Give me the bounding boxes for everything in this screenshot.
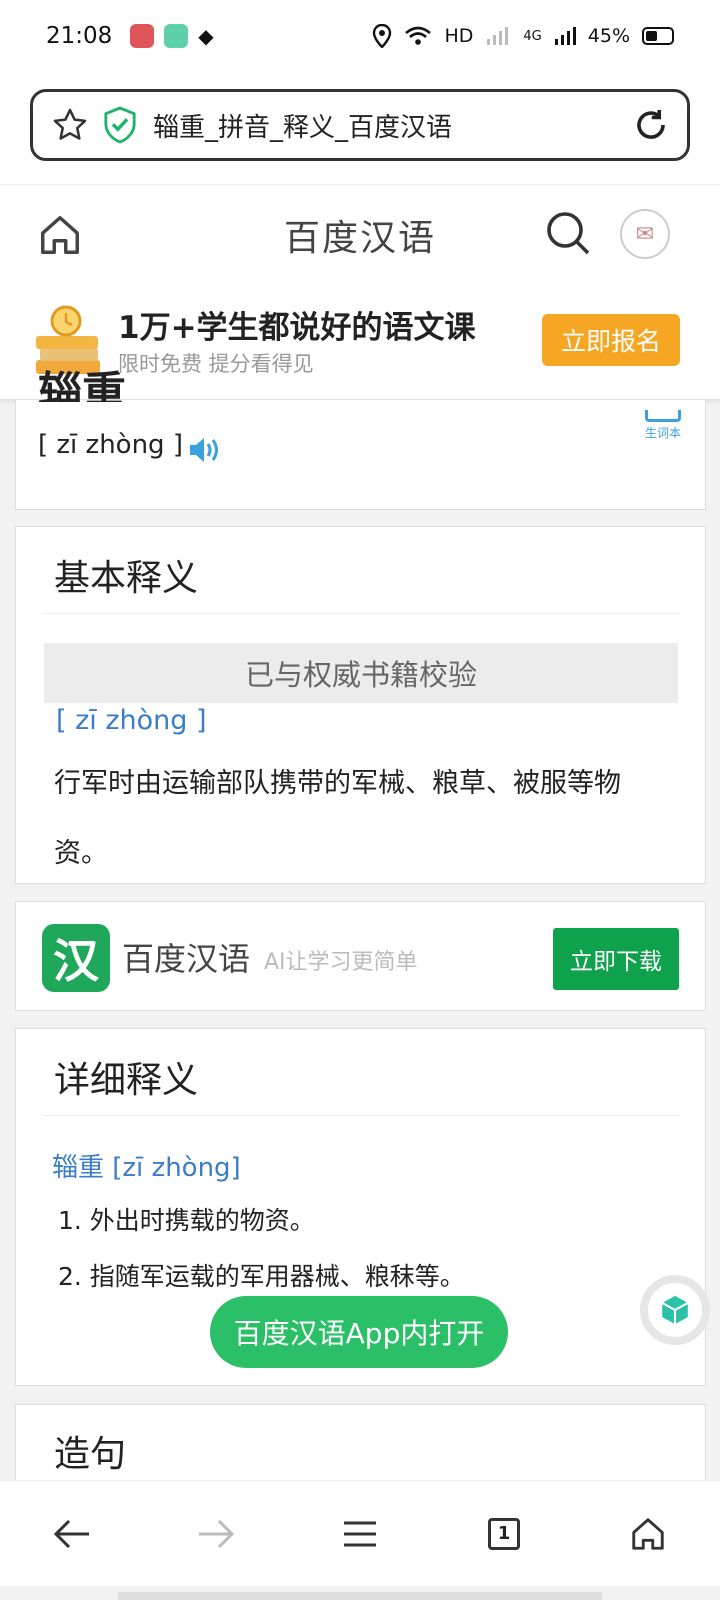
menu-button[interactable] — [330, 1504, 390, 1564]
divider — [43, 613, 678, 614]
chat-app-icon — [164, 24, 189, 48]
star-icon[interactable] — [51, 106, 89, 144]
vocab-book-label: 生词本 — [644, 426, 681, 440]
avatar[interactable]: ✉ — [620, 209, 670, 259]
site-header: 百度汉语 ✉ — [0, 184, 720, 284]
site-title: 百度汉语 — [283, 217, 436, 259]
arrow-right-icon — [199, 1519, 235, 1548]
verified-badge: 已与权威书籍校验 — [44, 643, 678, 703]
music-app-icon — [130, 24, 155, 48]
battery-percent: 45% — [587, 25, 630, 47]
definition-text: 行军时由运输部队携带的军械、粮草、被服等物资。 — [54, 768, 621, 869]
open-in-app-button[interactable]: 百度汉语App内打开 — [210, 1296, 508, 1368]
signal-icon — [554, 27, 576, 45]
menu-icon — [344, 1521, 376, 1546]
page-title[interactable]: 辎重_拼音_释义_百度汉语 — [153, 107, 633, 144]
app-slogan: AI让学习更简单 — [264, 950, 418, 975]
head-word: 辎重 — [38, 368, 126, 402]
reload-icon[interactable] — [633, 107, 669, 143]
definition-item: 2. 指随军运载的军用器械、粮秣等。 — [58, 1262, 465, 1291]
shield-icon — [104, 106, 136, 144]
basic-definition-title: 基本释义 — [54, 558, 199, 599]
basic-definition-card: 基本释义 已与权威书籍校验 [ zī zhòng ] 行军时由运输部队携带的军械… — [15, 526, 706, 884]
network-hd-label: HD — [444, 25, 474, 47]
signal-4g-label: 4G — [523, 28, 542, 44]
divider — [43, 1115, 678, 1116]
tab-count: 1 — [488, 1517, 520, 1550]
location-icon — [373, 24, 392, 48]
detailed-definition-title: 详细释义 — [54, 1060, 199, 1101]
wifi-icon — [405, 26, 432, 45]
definition-item: 1. 外出时携载的物资。 — [58, 1206, 315, 1235]
status-bar: 21:08 ◆ HD 4G 45% — [0, 0, 720, 72]
definition-pinyin: [ zī zhòng ] — [56, 705, 207, 736]
promo-subtitle: 限时免费 提分看得见 — [118, 352, 314, 376]
detail-word-pinyin: 辎重 [zī zhòng] — [52, 1153, 241, 1183]
forward-button[interactable] — [186, 1504, 246, 1564]
layers-icon: ◆ — [198, 24, 214, 48]
app-download-banner[interactable]: 汉 百度汉语 AI让学习更简单 立即下载 — [15, 901, 706, 1011]
arrow-left-icon — [53, 1519, 89, 1548]
promo-title: 1万+学生都说好的语文课 — [118, 310, 476, 346]
search-icon[interactable] — [544, 209, 592, 257]
browser-bottom-nav: 1 — [0, 1480, 720, 1586]
signup-button[interactable]: 立即报名 — [542, 314, 680, 366]
vocab-book-button[interactable]: 生词本 — [644, 410, 681, 441]
app-logo: 汉 — [42, 924, 110, 992]
home-button[interactable] — [618, 1504, 678, 1564]
home-icon — [632, 1517, 664, 1550]
app-name: 百度汉语 — [122, 940, 251, 978]
battery-icon — [642, 27, 674, 45]
word-pinyin: [ zī zhòng ] — [38, 430, 183, 460]
cube-icon — [661, 1295, 689, 1325]
vocab-book-icon — [644, 410, 681, 422]
floating-assistant-button[interactable] — [640, 1275, 710, 1345]
download-button[interactable]: 立即下载 — [553, 928, 679, 990]
no-signal-icon — [487, 27, 509, 45]
speaker-icon[interactable] — [188, 436, 220, 464]
word-card: 辎重 [ zī zhòng ] 生词本 — [15, 368, 706, 510]
address-bar[interactable]: 辎重_拼音_释义_百度汉语 — [30, 89, 690, 161]
status-time: 21:08 — [46, 23, 113, 49]
tabs-button[interactable]: 1 — [474, 1504, 534, 1564]
sentences-title: 造句 — [54, 1434, 127, 1475]
back-button[interactable] — [42, 1504, 102, 1564]
gesture-bar — [118, 1592, 602, 1600]
browser-toolbar: 辎重_拼音_释义_百度汉语 — [0, 72, 720, 184]
